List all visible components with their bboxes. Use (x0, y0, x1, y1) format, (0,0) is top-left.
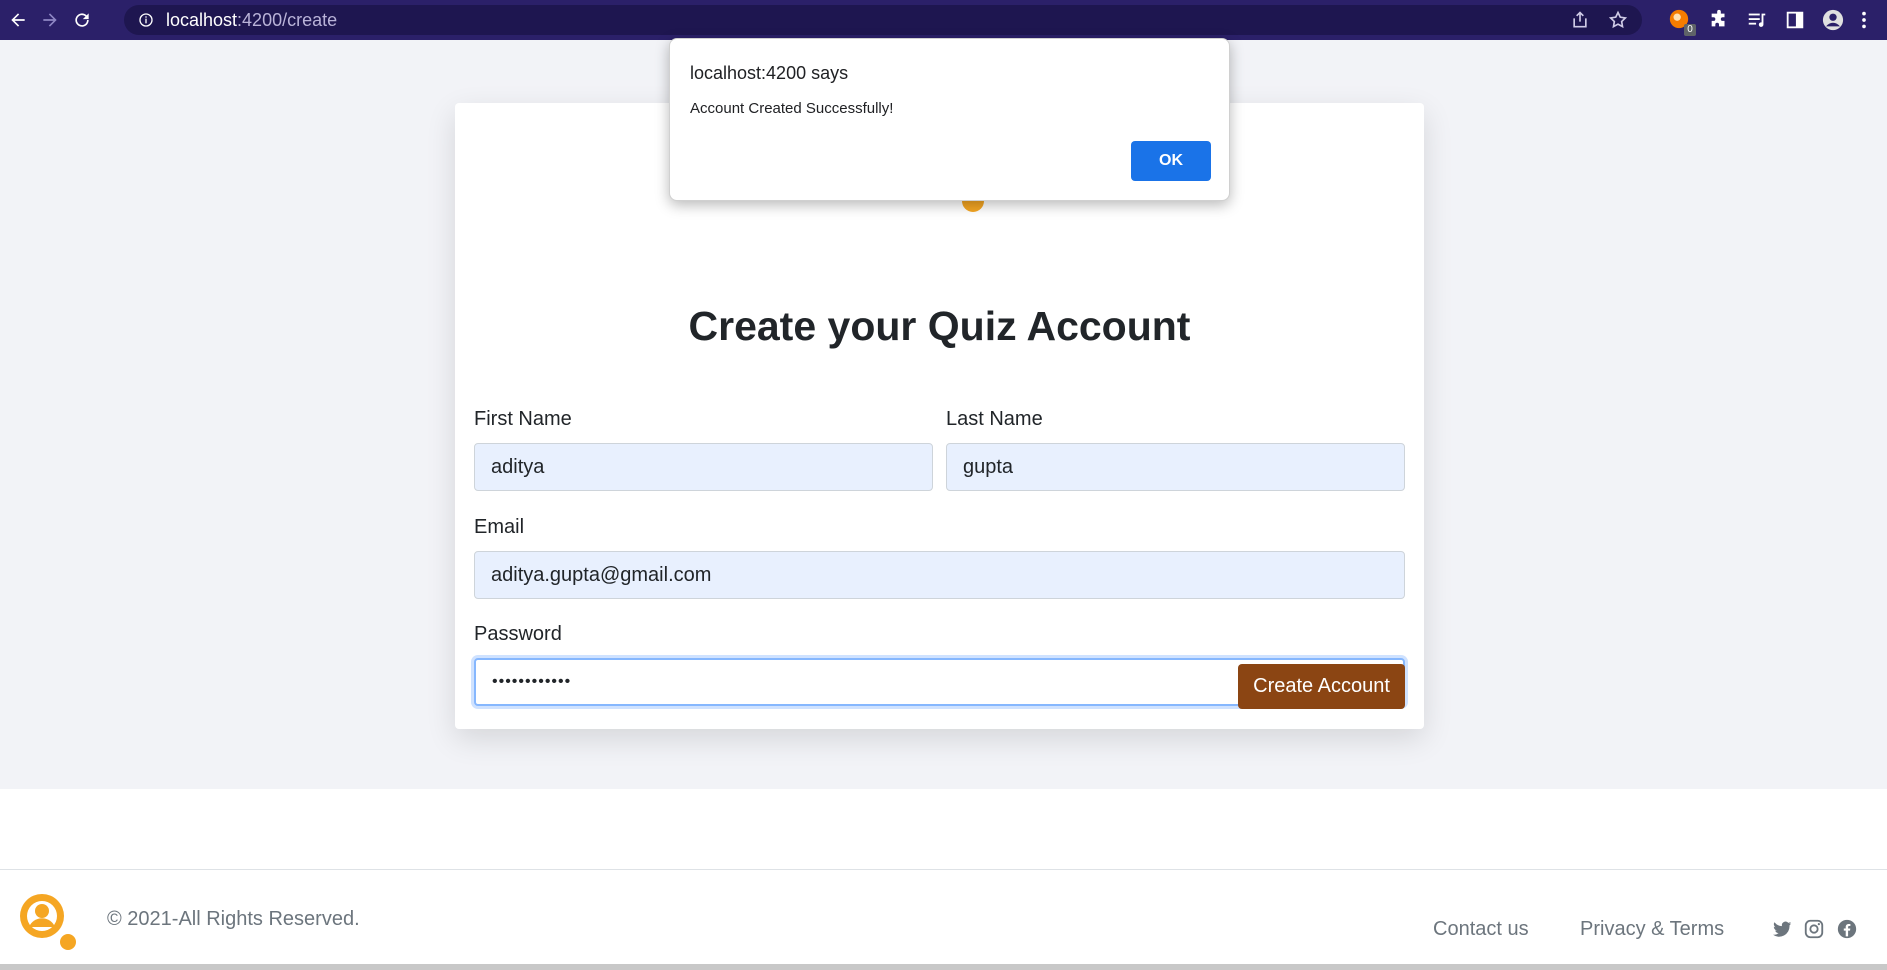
share-icon[interactable] (1570, 10, 1590, 30)
back-icon[interactable] (4, 6, 32, 34)
url-text: localhost:4200/create (166, 9, 338, 30)
address-bar[interactable]: localhost:4200/create (124, 5, 1642, 35)
first-name-label: First Name (474, 408, 572, 430)
email-label: Email (474, 516, 525, 538)
horizontal-scrollbar[interactable] (0, 964, 1887, 970)
extension-badge-icon[interactable]: 0 (1668, 8, 1696, 36)
contact-us-link[interactable]: Contact us (1433, 918, 1529, 941)
instagram-icon[interactable] (1803, 918, 1825, 940)
page-title: Create your Quiz Account (688, 303, 1191, 349)
last-name-input[interactable]: gupta (946, 443, 1405, 491)
dialog-message: Account Created Successfully! (690, 100, 894, 117)
email-input[interactable]: aditya.gupta@gmail.com (474, 551, 1405, 599)
extension-count-badge: 0 (1684, 24, 1696, 36)
quiz-logo-icon[interactable] (16, 890, 80, 954)
privacy-terms-link[interactable]: Privacy & Terms (1580, 918, 1724, 941)
first-name-input[interactable]: aditya (474, 443, 933, 491)
info-icon[interactable] (138, 12, 154, 28)
password-label: Password (474, 623, 562, 645)
footer: © 2021-All Rights Reserved. Contact us P… (0, 870, 1887, 966)
extensions-puzzle-icon[interactable] (1708, 9, 1730, 31)
bookmark-star-icon[interactable] (1608, 10, 1628, 30)
dialog-title: localhost:4200 says (690, 63, 849, 83)
create-account-button[interactable]: Create Account (1238, 664, 1405, 709)
forward-icon[interactable] (36, 6, 64, 34)
copyright-text: © 2021-All Rights Reserved. (107, 908, 360, 930)
more-menu-icon[interactable] (1860, 9, 1868, 31)
alert-dialog: localhost:4200 says Account Created Succ… (669, 38, 1230, 201)
side-panel-icon[interactable] (1784, 9, 1806, 31)
last-name-label: Last Name (946, 408, 1043, 430)
dialog-ok-button[interactable]: OK (1131, 141, 1211, 181)
twitter-icon[interactable] (1771, 918, 1793, 940)
media-playlist-icon[interactable] (1746, 9, 1768, 31)
reload-icon[interactable] (68, 6, 96, 34)
password-value: •••••••••••• (492, 673, 572, 690)
facebook-icon[interactable] (1836, 918, 1858, 940)
browser-toolbar: localhost:4200/create 0 (0, 0, 1887, 40)
profile-avatar-icon[interactable] (1822, 9, 1844, 31)
